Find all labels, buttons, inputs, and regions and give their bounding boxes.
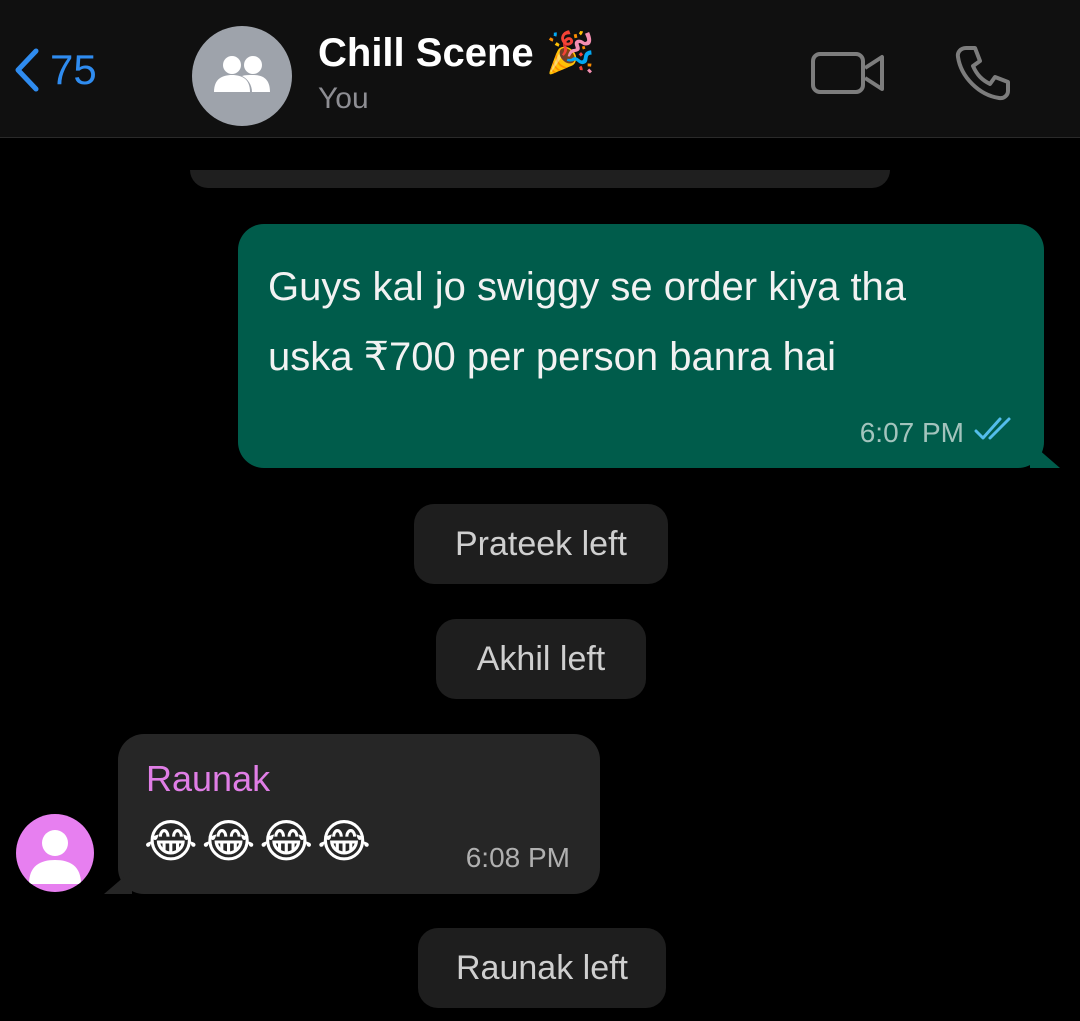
phone-icon <box>952 46 1014 108</box>
group-icon <box>212 52 272 101</box>
back-button[interactable]: 75 <box>14 48 97 92</box>
previous-message-edge <box>190 170 890 188</box>
system-message: Raunak left <box>418 928 666 1008</box>
outgoing-message-meta: 6:07 PM <box>860 415 1018 450</box>
group-avatar[interactable] <box>192 26 292 126</box>
incoming-message-bubble[interactable]: Raunak 😂😂😂😂 6:08 PM <box>104 734 600 894</box>
chat-subtitle: You <box>318 82 369 115</box>
person-icon <box>16 830 94 892</box>
voice-call-button[interactable] <box>952 42 1014 109</box>
system-message: Akhil left <box>436 619 646 699</box>
chat-header: 75 Chill Scene 🎉 You <box>0 0 1080 138</box>
chevron-left-icon <box>14 48 40 92</box>
chat-title-row: Chill Scene 🎉 <box>318 30 595 76</box>
outgoing-message-time: 6:07 PM <box>859 416 964 448</box>
unread-count: 75 <box>50 46 97 93</box>
bubble-tail <box>1030 442 1060 468</box>
sender-avatar[interactable] <box>16 814 94 892</box>
video-call-button[interactable] <box>810 48 886 103</box>
chat-info[interactable]: Chill Scene 🎉 You <box>318 30 595 116</box>
video-call-icon <box>810 52 886 102</box>
incoming-message-time: 6:08 PM <box>465 842 570 873</box>
double-check-icon <box>974 415 1018 450</box>
bubble-tail <box>104 870 132 894</box>
sender-name: Raunak <box>146 758 271 799</box>
outgoing-message-bubble[interactable]: Guys kal jo swiggy se order kiya tha usk… <box>238 224 1060 468</box>
outgoing-message-text: Guys kal jo swiggy se order kiya tha usk… <box>268 265 907 379</box>
chat-title: Chill Scene <box>318 31 534 75</box>
party-popper-emoji: 🎉 <box>545 31 596 75</box>
incoming-message-text: 😂😂😂😂 <box>144 815 375 867</box>
system-message: Prateek left <box>414 504 668 584</box>
